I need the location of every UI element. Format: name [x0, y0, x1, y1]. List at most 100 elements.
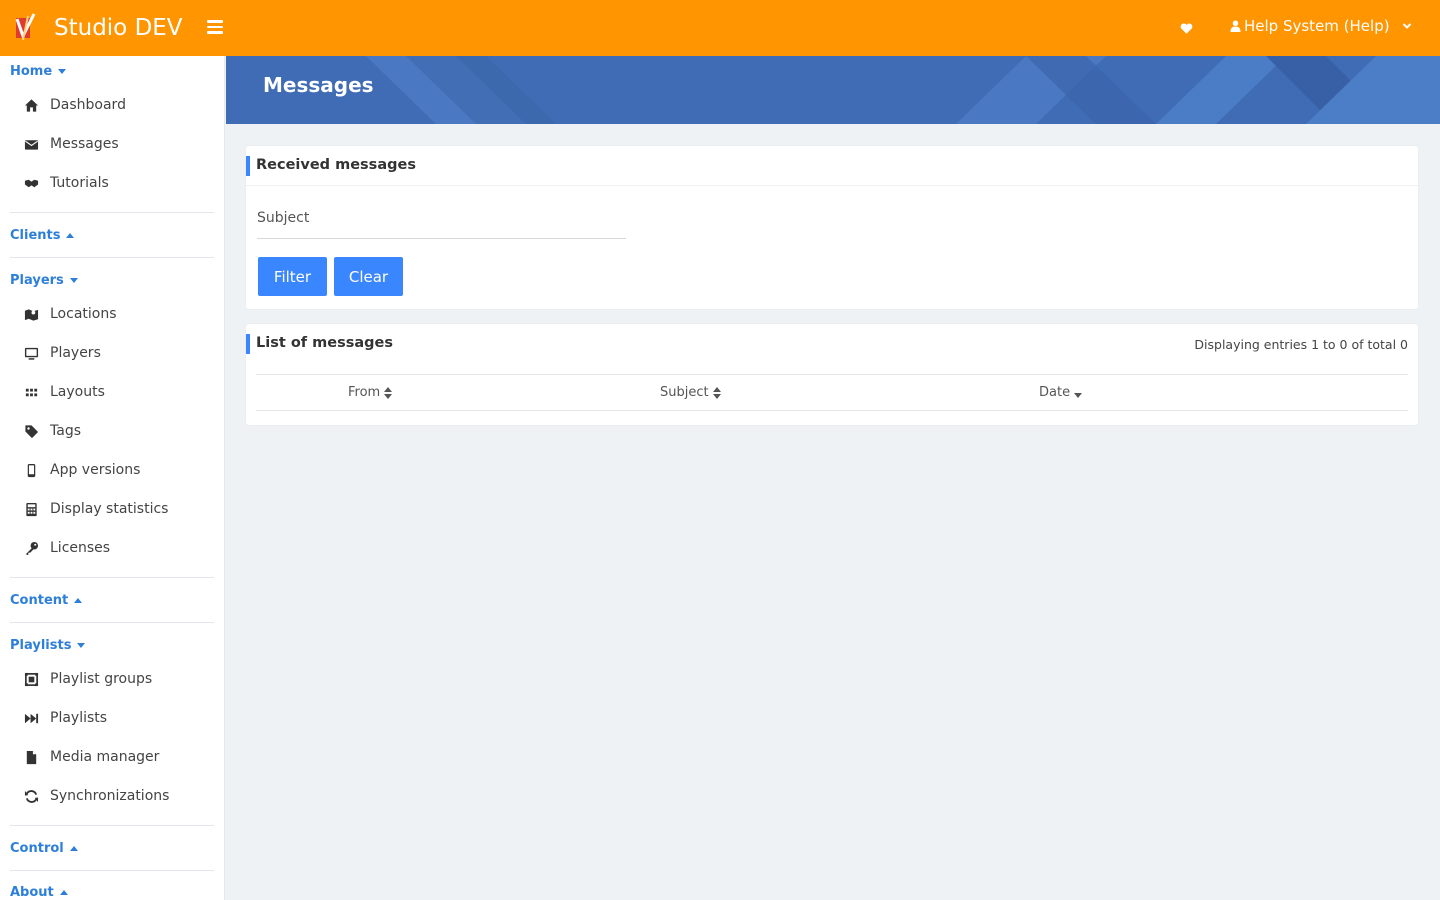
sidebar-item-display-statistics[interactable]: Display statistics: [22, 498, 168, 520]
section-label: About: [10, 885, 54, 900]
sort-desc-icon: [1074, 392, 1083, 398]
sidebar-item-label: Players: [50, 345, 101, 361]
header-pattern: [366, 56, 1440, 124]
sidebar-item-tags[interactable]: Tags: [22, 420, 81, 442]
subject-field-underline: [257, 238, 626, 239]
column-header-from[interactable]: From: [348, 385, 393, 400]
sidebar-item-messages[interactable]: Messages: [22, 133, 119, 155]
entries-count: Displaying entries 1 to 0 of total 0: [1194, 337, 1408, 352]
sidebar-item-label: Synchronizations: [50, 788, 170, 804]
app-title[interactable]: Studio DEV: [54, 13, 183, 43]
divider: [10, 257, 214, 258]
section-label: Home: [10, 64, 53, 79]
sidebar-item-label: Licenses: [50, 540, 111, 556]
fast-forward-icon: [22, 710, 40, 726]
caret-up-icon: [69, 845, 78, 851]
accent-bar: [246, 334, 250, 354]
filter-button[interactable]: Filter: [258, 257, 327, 296]
accent-bar: [246, 156, 250, 176]
user-icon: [1230, 20, 1241, 32]
column-label: Date: [1039, 385, 1071, 400]
divider: [10, 622, 214, 623]
column-label: Subject: [660, 385, 709, 400]
sidebar-section-home[interactable]: Home: [10, 64, 67, 79]
tag-icon: [22, 423, 40, 439]
sidebar-section-about[interactable]: About: [10, 885, 68, 900]
map-icon: [22, 306, 40, 322]
divider: [10, 212, 214, 213]
calculator-icon: [22, 501, 40, 517]
panel-header: Received messages: [246, 146, 1418, 186]
sidebar-item-app-versions[interactable]: App versions: [22, 459, 140, 481]
user-name: Help System (Help): [1244, 17, 1390, 35]
sort-icon: [712, 386, 721, 399]
monitor-icon: [22, 345, 40, 361]
sidebar-item-label: Media manager: [50, 749, 160, 765]
key-icon: [22, 540, 40, 556]
logo-icon[interactable]: [14, 12, 42, 44]
sidebar-item-players[interactable]: Players: [22, 342, 101, 364]
top-bar: Studio DEV Help System (Help): [0, 0, 1440, 56]
page-title: Messages: [263, 73, 374, 97]
sidebar-item-layouts[interactable]: Layouts: [22, 381, 105, 403]
table-top-border: [256, 374, 1408, 375]
sidebar-section-content[interactable]: Content: [10, 593, 83, 608]
caret-down-icon: [77, 642, 86, 648]
sidebar-item-playlists[interactable]: Playlists: [22, 707, 107, 729]
sidebar-item-dashboard[interactable]: Dashboard: [22, 94, 126, 116]
caret-up-icon: [59, 889, 68, 895]
sort-icon: [384, 386, 393, 399]
sidebar-item-playlist-groups[interactable]: Playlist groups: [22, 668, 152, 690]
sidebar-section-control[interactable]: Control: [10, 841, 78, 856]
sidebar-item-label: App versions: [50, 462, 141, 478]
section-label: Control: [10, 841, 64, 856]
section-label: Players: [10, 273, 64, 288]
heart-icon[interactable]: [1180, 22, 1193, 35]
hamburger-icon[interactable]: [207, 20, 223, 34]
panel-title: List of messages: [256, 335, 393, 351]
sidebar-section-clients[interactable]: Clients: [10, 228, 75, 243]
home-icon: [22, 97, 40, 113]
section-label: Clients: [10, 228, 61, 243]
list-messages-panel: List of messages Displaying entries 1 to…: [246, 324, 1418, 425]
panel-title: Received messages: [256, 157, 416, 173]
column-header-subject[interactable]: Subject: [660, 385, 721, 400]
grid-icon: [22, 384, 40, 400]
sidebar-item-tutorials[interactable]: Tutorials: [22, 172, 109, 194]
sidebar-section-players[interactable]: Players: [10, 273, 78, 288]
sidebar-item-synchronizations[interactable]: Synchronizations: [22, 785, 169, 807]
sidebar-item-label: Dashboard: [50, 97, 126, 113]
caret-down-icon: [69, 277, 78, 283]
column-header-date[interactable]: Date: [1039, 385, 1083, 400]
mobile-icon: [22, 462, 40, 478]
chevron-down-icon: [1402, 23, 1411, 29]
clear-button[interactable]: Clear: [334, 257, 403, 296]
object-group-icon: [22, 671, 40, 687]
user-menu[interactable]: Help System (Help): [1230, 17, 1412, 35]
sidebar-item-label: Tutorials: [50, 175, 109, 191]
envelope-icon: [22, 136, 40, 152]
divider: [10, 577, 214, 578]
sidebar-item-label: Playlist groups: [50, 671, 153, 687]
sidebar-item-locations[interactable]: Locations: [22, 303, 117, 325]
divider: [10, 825, 214, 826]
sidebar-item-label: Display statistics: [50, 501, 169, 517]
received-messages-panel: Received messages Subject Filter Clear: [246, 146, 1418, 309]
sync-icon: [22, 788, 40, 804]
page-header: Messages: [226, 56, 1440, 124]
divider: [10, 870, 214, 871]
column-label: From: [348, 385, 381, 400]
sidebar-item-label: Locations: [50, 306, 117, 322]
caret-down-icon: [58, 68, 67, 74]
section-label: Content: [10, 593, 69, 608]
panel-header: List of messages Displaying entries 1 to…: [246, 324, 1418, 364]
sidebar-item-label: Tags: [50, 423, 81, 439]
section-label: Playlists: [10, 638, 72, 653]
subject-field[interactable]: Subject: [257, 210, 309, 226]
sidebar-item-media-manager[interactable]: Media manager: [22, 746, 159, 768]
handshake-icon: [22, 175, 40, 191]
sidebar-section-playlists[interactable]: Playlists: [10, 638, 86, 653]
table-header-border: [256, 410, 1408, 411]
sidebar: Home Dashboard Messages Tutorials Client…: [0, 56, 225, 900]
sidebar-item-licenses[interactable]: Licenses: [22, 537, 110, 559]
